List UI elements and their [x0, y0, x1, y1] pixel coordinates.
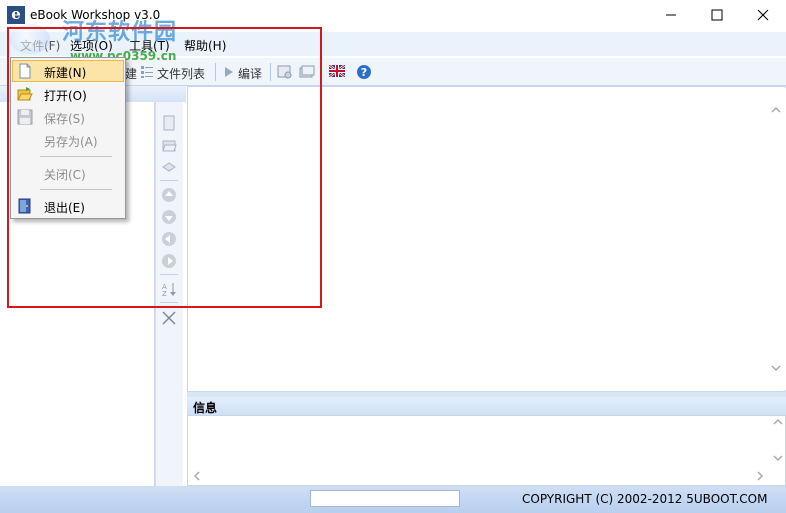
info-label: 信息 — [193, 401, 218, 415]
minimize-icon — [666, 14, 676, 16]
info-header — [187, 397, 786, 415]
maximize-icon — [711, 9, 723, 21]
minimize-button[interactable] — [648, 0, 694, 30]
editor-scrollbar[interactable] — [767, 88, 786, 390]
delete-icon[interactable] — [161, 310, 177, 326]
help-icon[interactable]: ? — [356, 64, 372, 80]
app-icon: e — [7, 6, 25, 24]
status-field — [310, 490, 460, 507]
close-icon — [757, 9, 769, 21]
copyright-text: COPYRIGHT (C) 2002-2012 5UBOOT.COM — [522, 492, 768, 506]
maximize-button[interactable] — [694, 0, 740, 30]
svg-text:?: ? — [361, 66, 367, 79]
uk-flag-icon[interactable] — [328, 64, 346, 78]
info-area[interactable] — [187, 415, 786, 486]
highlight-box — [7, 27, 322, 308]
close-button[interactable] — [740, 0, 786, 30]
